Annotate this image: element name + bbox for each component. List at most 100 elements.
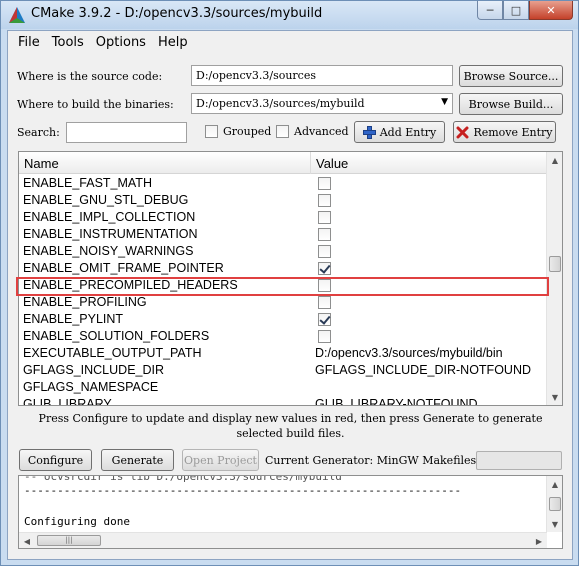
row-name: GFLAGS_NAMESPACE bbox=[23, 380, 159, 394]
row-name: ENABLE_IMPL_COLLECTION bbox=[23, 210, 196, 224]
output-horizontal-scrollbar[interactable]: ◀ ||| ▶ bbox=[19, 532, 547, 548]
build-path-combo[interactable]: D:/opencv3.3/sources/mybuild ▼ bbox=[191, 93, 453, 114]
output-hscroll-thumb[interactable]: ||| bbox=[37, 535, 101, 546]
progress-bar bbox=[476, 451, 562, 470]
generate-button[interactable]: Generate bbox=[101, 449, 174, 471]
output-separator: ----------------------------------------… bbox=[24, 484, 462, 497]
highlight-box bbox=[16, 277, 549, 296]
scroll-up-icon[interactable]: ▲ bbox=[547, 152, 562, 168]
table-row[interactable]: ENABLE_INSTRUMENTATION bbox=[19, 226, 547, 243]
output-scroll-right-icon[interactable]: ▶ bbox=[531, 533, 547, 548]
row-value-checkbox[interactable] bbox=[318, 313, 331, 326]
row-name: GFLAGS_INCLUDE_DIR bbox=[23, 363, 165, 377]
advanced-label: Advanced bbox=[294, 125, 349, 138]
table-row[interactable]: GLIB_LIBRARY GLIB_LIBRARY-NOTFOUND bbox=[19, 396, 547, 406]
row-value[interactable]: D:/opencv3.3/sources/mybuild/bin bbox=[315, 346, 503, 360]
remove-entry-button[interactable]: Remove Entry bbox=[453, 121, 556, 143]
row-name: ENABLE_INSTRUMENTATION bbox=[23, 227, 198, 241]
grouped-label: Grouped bbox=[223, 125, 272, 138]
table-row[interactable]: EXECUTABLE_OUTPUT_PATH D:/opencv3.3/sourc… bbox=[19, 345, 547, 362]
configure-button[interactable]: Configure bbox=[19, 449, 92, 471]
output-scroll-left-icon[interactable]: ◀ bbox=[19, 533, 35, 548]
table-header: Name Value bbox=[19, 152, 547, 174]
build-label: Where to build the binaries: bbox=[17, 98, 174, 111]
row-value[interactable]: GFLAGS_INCLUDE_DIR-NOTFOUND bbox=[315, 363, 531, 377]
cmake-window: CMake 3.9.2 - D:/opencv3.3/sources/mybui… bbox=[0, 0, 579, 566]
advanced-checkbox[interactable] bbox=[276, 125, 289, 138]
menu-help[interactable]: Help bbox=[152, 31, 194, 53]
row-value-checkbox[interactable] bbox=[318, 296, 331, 309]
row-value-checkbox[interactable] bbox=[318, 194, 331, 207]
remove-entry-label: Remove Entry bbox=[473, 125, 553, 139]
output-scroll-down-icon[interactable]: ▼ bbox=[547, 516, 562, 532]
search-input[interactable] bbox=[66, 122, 187, 143]
title-bar[interactable]: CMake 3.9.2 - D:/opencv3.3/sources/mybui… bbox=[1, 1, 578, 29]
menu-file[interactable]: File bbox=[12, 31, 46, 53]
open-project-label: Open Project bbox=[184, 453, 257, 467]
row-value[interactable]: GLIB_LIBRARY-NOTFOUND bbox=[315, 397, 478, 405]
close-icon: ✕ bbox=[546, 3, 556, 17]
table-row[interactable]: GFLAGS_INCLUDE_DIR GFLAGS_INCLUDE_DIR-NOT… bbox=[19, 362, 547, 379]
configure-label: Configure bbox=[27, 453, 84, 467]
output-scroll-up-icon[interactable]: ▲ bbox=[547, 476, 562, 492]
configure-hint: Press Configure to update and display ne… bbox=[18, 411, 563, 441]
row-name: ENABLE_NOISY_WARNINGS bbox=[23, 244, 194, 258]
table-row[interactable]: ENABLE_FAST_MATH bbox=[19, 175, 547, 192]
open-project-button[interactable]: Open Project bbox=[182, 449, 259, 471]
table-row[interactable]: ENABLE_NOISY_WARNINGS bbox=[19, 243, 547, 260]
output-vertical-scrollbar[interactable]: ▲ ▼ bbox=[546, 476, 562, 532]
table-row[interactable]: ENABLE_GNU_STL_DEBUG bbox=[19, 192, 547, 209]
maximize-icon: □ bbox=[510, 3, 522, 17]
menu-bar: File Tools Options Help bbox=[8, 31, 572, 53]
menu-tools[interactable]: Tools bbox=[46, 31, 90, 53]
row-value-checkbox[interactable] bbox=[318, 262, 331, 275]
add-entry-button[interactable]: Add Entry bbox=[354, 121, 445, 143]
minimize-button[interactable]: ─ bbox=[477, 1, 503, 20]
row-value-checkbox[interactable] bbox=[318, 211, 331, 224]
scroll-thumb[interactable] bbox=[549, 256, 561, 272]
table-row[interactable]: ENABLE_PYLINT bbox=[19, 311, 547, 328]
row-name: ENABLE_SOLUTION_FOLDERS bbox=[23, 329, 210, 343]
generate-label: Generate bbox=[111, 453, 164, 467]
browse-source-button[interactable]: Browse Source... bbox=[459, 65, 563, 87]
table-row[interactable]: ENABLE_IMPL_COLLECTION bbox=[19, 209, 547, 226]
hint-line-2: selected build files. bbox=[236, 427, 345, 440]
red-x-icon bbox=[456, 126, 469, 138]
search-label: Search: bbox=[17, 126, 60, 139]
browse-build-button[interactable]: Browse Build... bbox=[459, 93, 563, 115]
main-client-area: File Tools Options Help Where is the sou… bbox=[7, 30, 573, 560]
table-row[interactable]: ENABLE_PROFILING bbox=[19, 294, 547, 311]
minimize-icon: ─ bbox=[486, 3, 494, 17]
row-name: ENABLE_PROFILING bbox=[23, 295, 147, 309]
row-name: ENABLE_GNU_STL_DEBUG bbox=[23, 193, 189, 207]
output-partial-line: -- ocvsrcdir is lib D:/opencv3.3/sources… bbox=[24, 475, 342, 483]
table-row[interactable]: GFLAGS_NAMESPACE bbox=[19, 379, 547, 396]
row-value-checkbox[interactable] bbox=[318, 245, 331, 258]
grouped-option[interactable]: Grouped bbox=[205, 125, 271, 138]
row-value-checkbox[interactable] bbox=[318, 177, 331, 190]
maximize-button[interactable]: □ bbox=[503, 1, 529, 20]
header-value[interactable]: Value bbox=[316, 156, 348, 171]
row-name: ENABLE_OMIT_FRAME_POINTER bbox=[23, 261, 224, 275]
row-value-checkbox[interactable] bbox=[318, 228, 331, 241]
row-value-checkbox[interactable] bbox=[318, 330, 331, 343]
table-row[interactable]: ENABLE_OMIT_FRAME_POINTER bbox=[19, 260, 547, 277]
cmake-logo-icon bbox=[9, 7, 25, 23]
browse-build-label: Browse Build... bbox=[468, 97, 554, 111]
window-title: CMake 3.9.2 - D:/opencv3.3/sources/mybui… bbox=[31, 6, 323, 21]
table-row[interactable]: ENABLE_SOLUTION_FOLDERS bbox=[19, 328, 547, 345]
source-label: Where is the source code: bbox=[17, 70, 163, 83]
scroll-down-icon[interactable]: ▼ bbox=[547, 389, 562, 405]
close-button[interactable]: ✕ bbox=[529, 1, 573, 20]
source-path-input[interactable]: D:/opencv3.3/sources bbox=[191, 65, 453, 86]
hint-line-1: Press Configure to update and display ne… bbox=[38, 412, 543, 425]
header-name[interactable]: Name bbox=[24, 156, 59, 171]
output-scroll-thumb[interactable] bbox=[549, 497, 561, 511]
advanced-option[interactable]: Advanced bbox=[276, 125, 349, 138]
build-path-value: D:/opencv3.3/sources/mybuild bbox=[196, 97, 365, 110]
grouped-checkbox[interactable] bbox=[205, 125, 218, 138]
menu-options[interactable]: Options bbox=[90, 31, 152, 53]
row-name: ENABLE_FAST_MATH bbox=[23, 176, 152, 190]
dropdown-arrow-icon[interactable]: ▼ bbox=[441, 97, 448, 107]
row-name: GLIB_LIBRARY bbox=[23, 397, 112, 406]
